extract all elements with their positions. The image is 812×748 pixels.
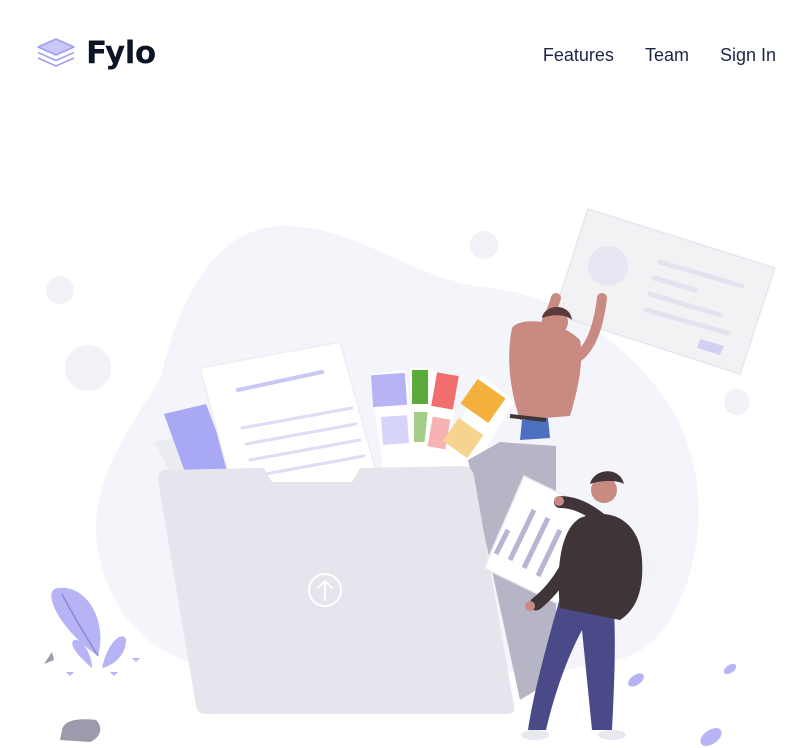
rock-decoration — [60, 719, 101, 742]
site-header: Fylo Features Team Sign In — [0, 0, 812, 110]
decor-circle — [470, 231, 498, 259]
logo[interactable]: Fylo — [36, 32, 156, 74]
nav-link-team[interactable]: Team — [645, 43, 689, 67]
nav-link-sign-in[interactable]: Sign In — [720, 43, 776, 67]
decor-circle — [46, 276, 74, 304]
main-nav: Features Team Sign In — [543, 43, 776, 67]
stacked-layers-icon — [37, 38, 75, 67]
decor-circle — [724, 389, 750, 415]
decor-circle — [65, 345, 111, 391]
nav-link-features[interactable]: Features — [543, 43, 614, 67]
folder — [158, 466, 515, 714]
hero-section — [0, 190, 812, 748]
file-upload-illustration — [44, 208, 776, 746]
logo-text: Fylo — [86, 34, 156, 71]
leaf-decoration — [628, 663, 737, 746]
